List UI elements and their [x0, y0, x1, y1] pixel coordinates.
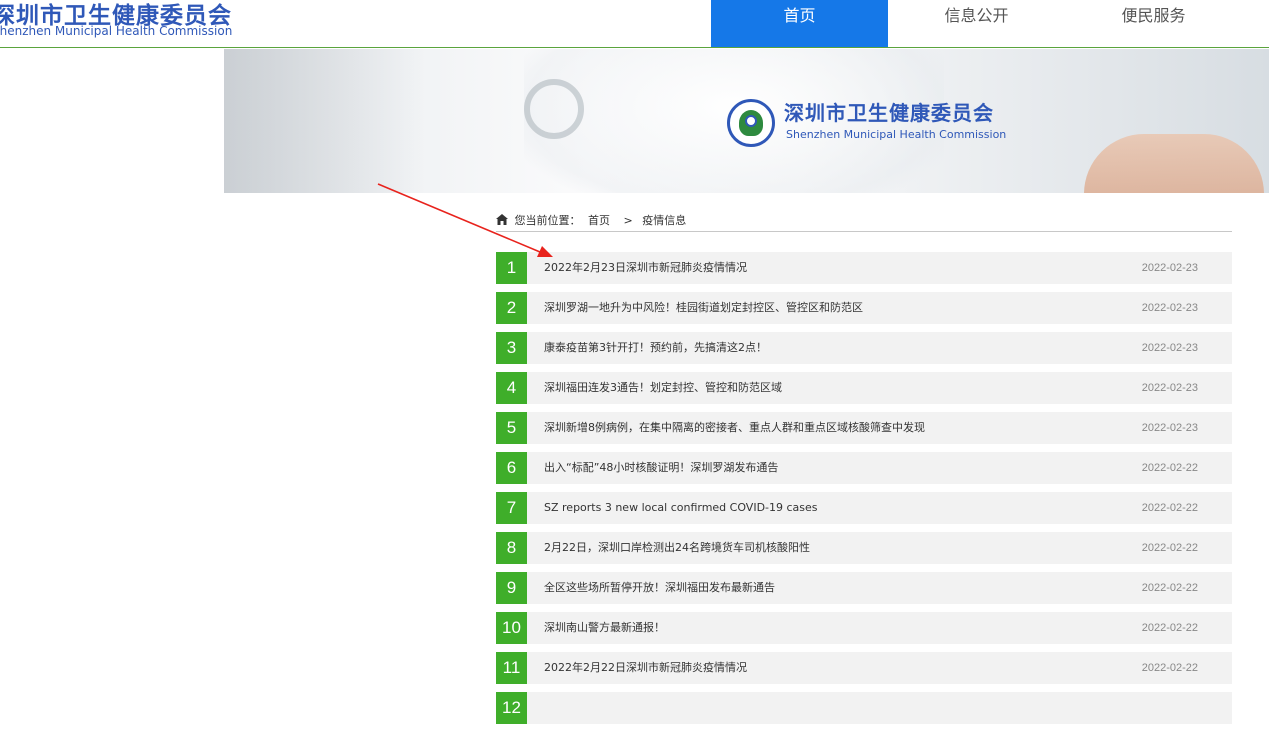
item-number: 8 — [496, 532, 527, 564]
item-date: 2022-02-22 — [1141, 462, 1198, 474]
item-number: 4 — [496, 372, 527, 404]
item-date: 2022-02-23 — [1141, 262, 1198, 274]
item-title-link[interactable]: 深圳福田连发3通告！划定封控、管控和防范区域 — [544, 372, 782, 404]
nav-item-public-services[interactable]: 便民服务 — [1065, 0, 1242, 47]
list-item[interactable]: 8 2月22日，深圳口岸检测出24名跨境货车司机核酸阳性 2022-02-22 — [496, 532, 1232, 564]
item-date: 2022-02-23 — [1141, 382, 1198, 394]
list-item[interactable]: 2 深圳罗湖一地升为中风险！桂园街道划定封控区、管控区和防范区 2022-02-… — [496, 292, 1232, 324]
item-number: 3 — [496, 332, 527, 364]
site-header: 深圳市卫生健康委员会 Shenzhen Municipal Health Com… — [0, 0, 1269, 48]
site-logo-subtitle[interactable]: Shenzhen Municipal Health Commission — [0, 24, 232, 38]
item-title-link[interactable]: 深圳罗湖一地升为中风险！桂园街道划定封控区、管控区和防范区 — [544, 292, 863, 324]
nav-item-home[interactable]: 首页 — [711, 0, 888, 47]
hero-banner: 深圳市卫生健康委员会 Shenzhen Municipal Health Com… — [224, 49, 1269, 193]
banner-background-shade — [224, 49, 424, 193]
item-number: 9 — [496, 572, 527, 604]
item-title-link[interactable]: 康泰疫苗第3针开打！预约前，先搞清这2点！ — [544, 332, 767, 364]
list-item[interactable]: 4 深圳福田连发3通告！划定封控、管控和防范区域 2022-02-23 — [496, 372, 1232, 404]
item-number: 12 — [496, 692, 527, 724]
item-number: 10 — [496, 612, 527, 644]
list-item[interactable]: 10 深圳南山警方最新通报！ 2022-02-22 — [496, 612, 1232, 644]
commission-emblem-icon — [727, 99, 775, 147]
list-item[interactable]: 7 SZ reports 3 new local confirmed COVID… — [496, 492, 1232, 524]
item-title-link[interactable]: 深圳新增8例病例，在集中隔离的密接者、重点人群和重点区域核酸筛查中发现 — [544, 412, 925, 444]
item-date: 2022-02-22 — [1141, 662, 1198, 674]
item-date: 2022-02-23 — [1141, 342, 1198, 354]
breadcrumb-current[interactable]: 疫情信息 — [642, 214, 686, 227]
breadcrumb: 您当前位置： 首页 > 疫情信息 — [496, 212, 1232, 232]
item-number: 11 — [496, 652, 527, 684]
item-number: 1 — [496, 252, 527, 284]
item-title-link[interactable]: 深圳南山警方最新通报！ — [544, 612, 665, 644]
list-item[interactable]: 11 2022年2月22日深圳市新冠肺炎疫情情况 2022-02-22 — [496, 652, 1232, 684]
nav-item-info-disclosure[interactable]: 信息公开 — [888, 0, 1065, 47]
item-number: 2 — [496, 292, 527, 324]
list-item[interactable]: 9 全区这些场所暂停开放！深圳福田发布最新通告 2022-02-22 — [496, 572, 1232, 604]
breadcrumb-home-link[interactable]: 首页 — [588, 214, 610, 227]
item-date: 2022-02-23 — [1141, 302, 1198, 314]
item-date: 2022-02-22 — [1141, 582, 1198, 594]
item-title-link[interactable]: 2月22日，深圳口岸检测出24名跨境货车司机核酸阳性 — [544, 532, 810, 564]
item-date: 2022-02-22 — [1141, 542, 1198, 554]
news-list: 1 2022年2月23日深圳市新冠肺炎疫情情况 2022-02-23 2 深圳罗… — [496, 252, 1232, 732]
item-number: 5 — [496, 412, 527, 444]
item-number: 6 — [496, 452, 527, 484]
main-nav: 首页 信息公开 便民服务 — [711, 0, 1242, 47]
list-item[interactable]: 3 康泰疫苗第3针开打！预约前，先搞清这2点！ 2022-02-23 — [496, 332, 1232, 364]
breadcrumb-separator: > — [623, 214, 633, 227]
banner-title: 深圳市卫生健康委员会 — [784, 101, 994, 125]
item-date: 2022-02-22 — [1141, 622, 1198, 634]
home-icon — [496, 214, 508, 225]
stethoscope-graphic — [524, 79, 584, 139]
item-title-link[interactable]: 2022年2月23日深圳市新冠肺炎疫情情况 — [544, 252, 747, 284]
list-item[interactable]: 12 — [496, 692, 1232, 724]
item-number: 7 — [496, 492, 527, 524]
item-date: 2022-02-22 — [1141, 502, 1198, 514]
list-item[interactable]: 5 深圳新增8例病例，在集中隔离的密接者、重点人群和重点区域核酸筛查中发现 20… — [496, 412, 1232, 444]
banner-subtitle: Shenzhen Municipal Health Commission — [786, 128, 1007, 141]
hand-graphic — [1084, 134, 1264, 193]
item-title-link[interactable]: 全区这些场所暂停开放！深圳福田发布最新通告 — [544, 572, 775, 604]
item-date: 2022-02-23 — [1141, 422, 1198, 434]
item-title-link[interactable]: SZ reports 3 new local confirmed COVID-1… — [544, 492, 818, 524]
list-item[interactable]: 1 2022年2月23日深圳市新冠肺炎疫情情况 2022-02-23 — [496, 252, 1232, 284]
breadcrumb-prefix: 您当前位置： — [514, 214, 581, 227]
item-title-link[interactable]: 出入“标配”48小时核酸证明！深圳罗湖发布通告 — [544, 452, 778, 484]
item-title-link[interactable]: 2022年2月22日深圳市新冠肺炎疫情情况 — [544, 652, 747, 684]
list-item[interactable]: 6 出入“标配”48小时核酸证明！深圳罗湖发布通告 2022-02-22 — [496, 452, 1232, 484]
